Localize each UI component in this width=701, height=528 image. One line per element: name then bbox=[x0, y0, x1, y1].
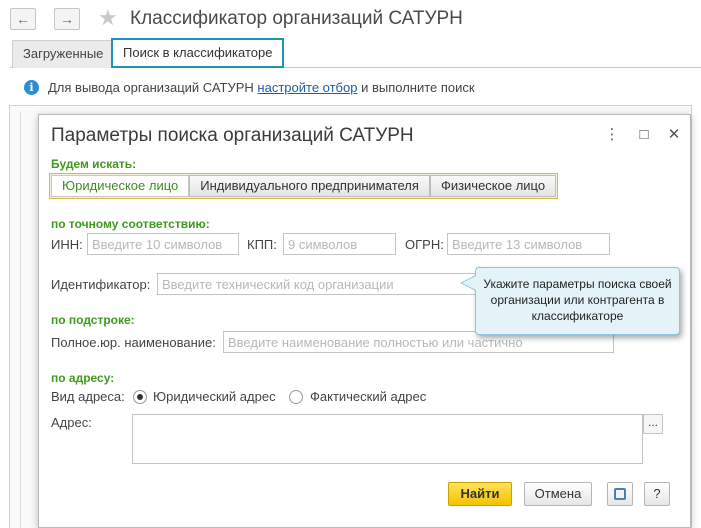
address-select-button[interactable]: ... bbox=[643, 414, 663, 434]
address-field[interactable] bbox=[132, 414, 643, 464]
find-button[interactable]: Найти bbox=[448, 482, 512, 506]
settings-button[interactable] bbox=[607, 482, 633, 506]
identifier-label: Идентификатор: bbox=[51, 277, 151, 292]
close-icon[interactable]: ✕ bbox=[666, 127, 682, 143]
legal-address-radio[interactable] bbox=[133, 390, 147, 404]
tab-loaded[interactable]: Загруженные bbox=[12, 40, 115, 68]
favorite-button[interactable]: ★ bbox=[98, 6, 118, 30]
tab-search-classifier[interactable]: Поиск в классификаторе bbox=[111, 38, 285, 68]
actual-address-radio[interactable] bbox=[289, 390, 303, 404]
inn-field[interactable] bbox=[87, 233, 239, 255]
info-prefix: Для вывода организаций САТУРН bbox=[48, 80, 258, 95]
search-for-label: Будем искать: bbox=[51, 157, 137, 171]
arrow-left-icon: ← bbox=[16, 11, 30, 27]
full-name-label: Полное.юр. наименование: bbox=[51, 335, 216, 350]
entity-type-individual[interactable]: Физическое лицо bbox=[429, 175, 557, 197]
info-suffix: и выполните поиск bbox=[357, 80, 475, 95]
page-title: Классификатор организаций САТУРН bbox=[130, 8, 463, 29]
legal-address-label[interactable]: Юридический адрес bbox=[153, 389, 276, 404]
identifier-field[interactable] bbox=[157, 273, 477, 295]
actual-address-label[interactable]: Фактический адрес bbox=[310, 389, 426, 404]
settings-icon bbox=[614, 488, 626, 500]
entity-type-legal[interactable]: Юридическое лицо bbox=[51, 175, 190, 197]
forward-button[interactable]: → bbox=[54, 8, 80, 30]
info-message: Для вывода организаций САТУРН настройте … bbox=[48, 80, 475, 95]
substring-label: по подстроке: bbox=[51, 313, 135, 327]
arrow-right-icon: → bbox=[60, 11, 74, 27]
back-button[interactable]: ← bbox=[10, 8, 36, 30]
address-section-label: по адресу: bbox=[51, 371, 115, 385]
hint-tooltip: Укажите параметры поиска своей организац… bbox=[475, 267, 680, 335]
cancel-button[interactable]: Отмена bbox=[524, 482, 592, 506]
dialog-title: Параметры поиска организаций САТУРН bbox=[51, 125, 414, 146]
set-filter-link[interactable]: настройте отбор bbox=[257, 80, 357, 95]
ogrn-field[interactable] bbox=[447, 233, 610, 255]
exact-match-label: по точному соответствию: bbox=[51, 217, 210, 231]
more-icon[interactable]: ⋮ bbox=[604, 127, 620, 143]
tooltip-arrow-inner bbox=[462, 276, 476, 290]
inn-label: ИНН: bbox=[51, 237, 83, 252]
maximize-icon[interactable]: □ bbox=[636, 127, 652, 143]
ogrn-label: ОГРН: bbox=[405, 237, 444, 252]
address-type-label: Вид адреса: bbox=[51, 389, 125, 404]
star-icon: ★ bbox=[98, 5, 118, 30]
kpp-label: КПП: bbox=[247, 237, 277, 252]
info-icon: i bbox=[24, 80, 39, 95]
entity-type-entrepreneur[interactable]: Индивидуального предпринимателя bbox=[189, 175, 430, 197]
help-button[interactable]: ? bbox=[644, 482, 670, 506]
entity-type-selector: Юридическое лицо Индивидуального предпри… bbox=[49, 173, 559, 199]
kpp-field[interactable] bbox=[283, 233, 396, 255]
address-label: Адрес: bbox=[51, 415, 92, 430]
